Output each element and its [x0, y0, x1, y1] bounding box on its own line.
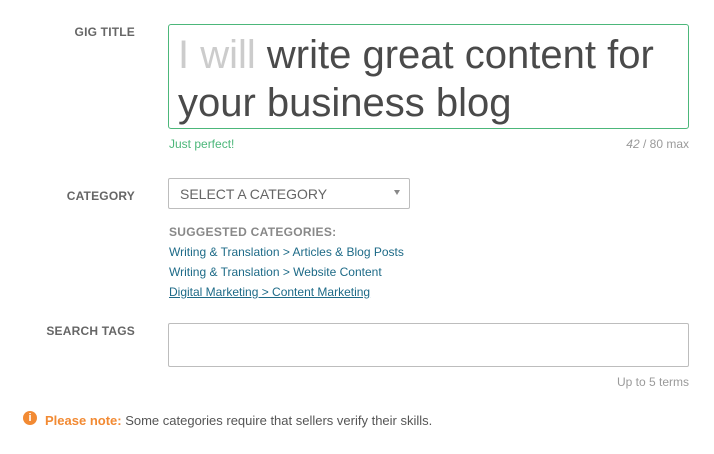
category-label: CATEGORY — [66, 189, 135, 203]
suggested-category-link[interactable]: Writing & Translation > Website Content — [169, 265, 382, 279]
char-count-max: / 80 max — [639, 137, 689, 151]
please-note-text: Some categories require that sellers ver… — [121, 413, 433, 428]
gig-title-status: Just perfect! — [169, 137, 235, 151]
gig-title-char-count: 42 / 80 max — [626, 137, 689, 151]
info-icon: i — [23, 411, 37, 425]
please-note-label: Please note: — [45, 413, 122, 428]
please-note: Please note: Some categories require tha… — [45, 413, 432, 428]
category-select[interactable]: SELECT A CATEGORY — [168, 178, 410, 209]
search-tags-label: SEARCH TAGS — [46, 324, 135, 338]
char-count-current: 42 — [626, 137, 640, 151]
suggested-category-link[interactable]: Digital Marketing > Content Marketing — [169, 285, 370, 299]
category-select-value: SELECT A CATEGORY — [180, 186, 328, 202]
caret-down-icon — [394, 190, 400, 195]
suggested-category-link[interactable]: Writing & Translation > Articles & Blog … — [169, 245, 404, 259]
search-tags-hint: Up to 5 terms — [616, 375, 689, 389]
search-tags-input[interactable] — [168, 323, 689, 367]
gig-title-prefix: I will — [178, 33, 256, 77]
gig-title-label: GIG TITLE — [74, 25, 135, 39]
suggested-categories-heading: SUGGESTED CATEGORIES: — [169, 225, 337, 239]
gig-title-input[interactable]: I will write great content for your busi… — [168, 24, 689, 129]
